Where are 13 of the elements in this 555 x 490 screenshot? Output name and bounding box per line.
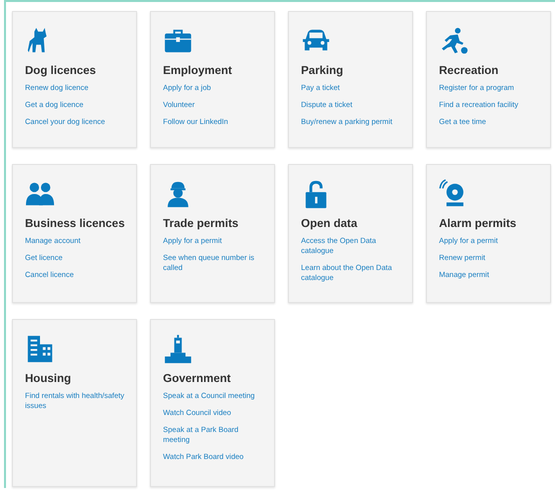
card-title: Housing <box>25 373 71 385</box>
tower-icon <box>163 334 193 364</box>
card-title: Employment <box>163 65 232 77</box>
card-title: Recreation <box>439 65 498 77</box>
card-title: Business licences <box>25 218 125 230</box>
runner-icon <box>439 26 469 56</box>
card-title: Parking <box>301 65 344 77</box>
card-title: Government <box>163 373 231 385</box>
card-title: Alarm permits <box>439 218 516 230</box>
card-title: Trade permits <box>163 218 238 230</box>
building-icon <box>25 334 55 364</box>
card-title: Dog licences <box>25 65 96 77</box>
card-title: Open data <box>301 218 358 230</box>
